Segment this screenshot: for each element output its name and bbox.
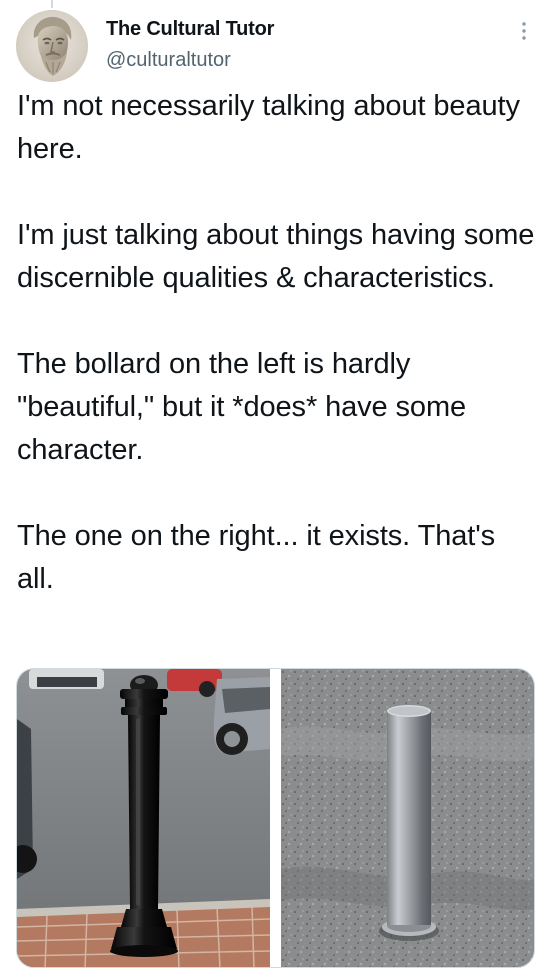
media-image-ornate-bollard[interactable] bbox=[17, 669, 271, 967]
steel-bollard-photo bbox=[281, 669, 534, 967]
thread-connector-line bbox=[51, 0, 53, 8]
author-display-name[interactable]: The Cultural Tutor bbox=[106, 18, 274, 40]
tweet-body: I'm not necessarily talking about beauty… bbox=[17, 85, 537, 601]
media-divider bbox=[270, 669, 281, 967]
classical-bust-icon bbox=[16, 10, 88, 82]
ornate-bollard-photo bbox=[17, 669, 271, 967]
author-avatar[interactable] bbox=[16, 10, 88, 82]
author-handle[interactable]: @culturaltutor bbox=[106, 49, 274, 71]
tweet-paragraph: The one on the right... it exists. That'… bbox=[17, 520, 496, 595]
media-image-steel-bollard[interactable] bbox=[281, 669, 534, 967]
more-options-button[interactable] bbox=[513, 18, 535, 44]
tweet-media-grid bbox=[16, 668, 535, 968]
tweet-paragraph: I'm just talking about things having som… bbox=[17, 219, 535, 294]
tweet-header: The Cultural Tutor @culturaltutor bbox=[0, 8, 551, 82]
tweet-paragraph: I'm not necessarily talking about beauty… bbox=[17, 90, 520, 165]
author-names: The Cultural Tutor @culturaltutor bbox=[106, 18, 274, 71]
tweet-paragraph: The bollard on the left is hardly "beaut… bbox=[17, 348, 467, 466]
more-vertical-icon bbox=[522, 22, 526, 40]
